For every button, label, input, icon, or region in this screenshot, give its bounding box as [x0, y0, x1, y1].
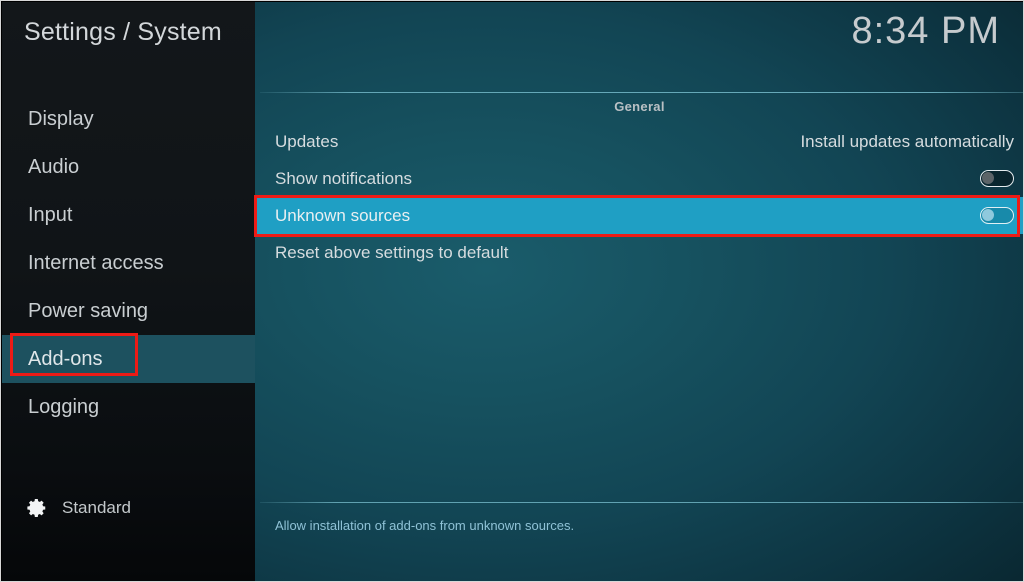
setting-label: Updates [275, 131, 339, 151]
setting-toggle[interactable] [980, 170, 1014, 187]
page-title: Settings / System [24, 18, 222, 46]
sidebar-item-internet-access[interactable]: Internet access [2, 239, 255, 287]
sidebar-item-display[interactable]: Display [2, 95, 255, 143]
setting-row-unknown-sources[interactable]: Unknown sources [255, 197, 1023, 234]
setting-row-updates[interactable]: Updates Install updates automatically [255, 123, 1023, 160]
profile-level-label: Standard [62, 498, 131, 517]
sidebar: Settings / System Display Audio Input Inter… [2, 2, 255, 581]
sidebar-item-label: Add-ons [28, 348, 103, 370]
setting-label: Unknown sources [275, 205, 411, 225]
header-divider [260, 92, 1023, 93]
clock: 8:34 PM [851, 10, 1000, 52]
gear-icon [26, 497, 48, 519]
sidebar-menu: Display Audio Input Internet access Power sa… [2, 95, 255, 431]
settings-group-header: General [614, 99, 665, 114]
setting-row-reset-above-settings-to-default[interactable]: Reset above settings to default [255, 234, 1023, 271]
toggle-knob [982, 209, 994, 221]
sidebar-item-power-saving[interactable]: Power saving [2, 287, 255, 335]
setting-label: Show notifications [275, 168, 413, 188]
sidebar-item-label: Power saving [28, 300, 149, 322]
sidebar-item-label: Display [28, 108, 94, 130]
footer-divider [260, 502, 1023, 503]
kodi-settings-screen: Settings / System Display Audio Input Inter… [0, 0, 1024, 582]
sidebar-item-logging[interactable]: Logging [2, 383, 255, 431]
toggle-knob [982, 172, 994, 184]
setting-toggle[interactable] [980, 207, 1014, 224]
profile-row[interactable]: Standard [26, 497, 131, 519]
sidebar-item-input[interactable]: Input [2, 191, 255, 239]
settings-list: Updates Install updates automatically Show… [255, 123, 1023, 271]
sidebar-item-label: Logging [28, 396, 100, 418]
kodi-window: Settings / System Display Audio Input Inter… [2, 2, 1023, 581]
setting-help-text: Allow installation of add-ons from unkno… [275, 518, 575, 533]
setting-label: Reset above settings to default [275, 242, 509, 262]
sidebar-item-add-ons[interactable]: Add-ons [2, 335, 255, 383]
sidebar-item-label: Audio [28, 156, 80, 178]
sidebar-item-audio[interactable]: Audio [2, 143, 255, 191]
sidebar-item-label: Input [28, 204, 73, 226]
setting-value[interactable]: Install updates automatically [800, 132, 1018, 152]
settings-content-panel: 8:34 PM General Updates Install updates a… [255, 2, 1023, 581]
sidebar-item-label: Internet access [28, 252, 164, 274]
setting-row-show-notifications[interactable]: Show notifications [255, 160, 1023, 197]
